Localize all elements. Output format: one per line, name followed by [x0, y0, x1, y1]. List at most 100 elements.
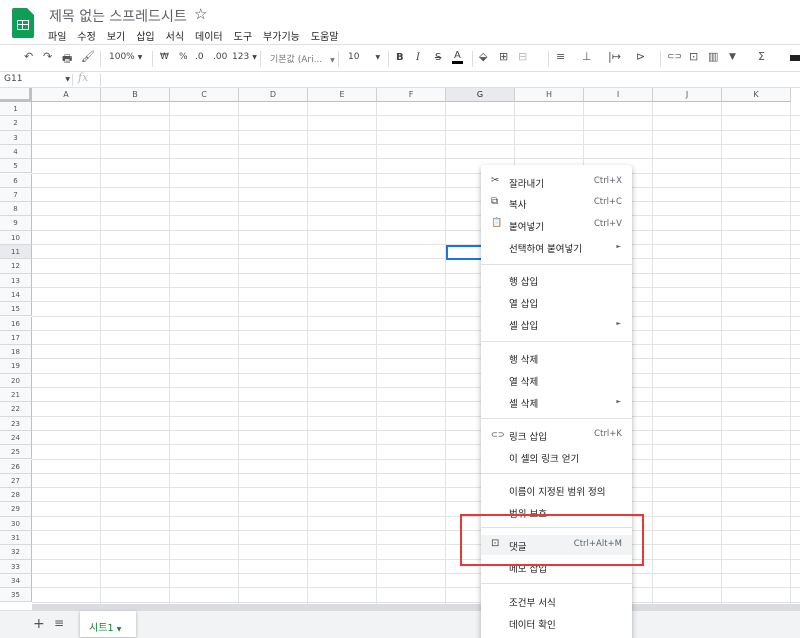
menu-item-paste-special[interactable]: 선택하여 붙여넣기 ► [481, 237, 632, 257]
fill-color-icon[interactable]: ⬙ [479, 50, 487, 63]
strikethrough-button[interactable]: S [435, 52, 441, 63]
percent-button[interactable]: % [179, 52, 188, 62]
column-header[interactable]: B [101, 88, 170, 102]
row-header[interactable]: 15 [0, 302, 32, 317]
bold-button[interactable]: B [396, 52, 404, 63]
insert-link-icon[interactable]: ⊂⊃ [667, 52, 682, 62]
menu-item-paste[interactable]: 📋 붙여넣기 Ctrl+V [481, 215, 632, 235]
menu-data[interactable]: 데이터 [195, 28, 223, 43]
row-header[interactable]: 25 [0, 445, 32, 460]
row-header[interactable]: 17 [0, 330, 32, 346]
menu-edit[interactable]: 수정 [77, 28, 95, 43]
column-header[interactable]: E [308, 88, 377, 102]
row-header[interactable]: 1 [0, 102, 32, 117]
menu-item-delete-cells[interactable]: 셀 삭제 ► [481, 392, 632, 412]
column-header[interactable]: A [32, 88, 101, 102]
sheet-tab-active[interactable]: 시트1 ▼ [80, 611, 136, 637]
row-header[interactable]: 23 [0, 416, 32, 431]
undo-icon[interactable]: ↶ [24, 50, 33, 63]
row-header[interactable]: 16 [0, 316, 32, 331]
row-header[interactable]: 19 [0, 359, 32, 374]
row-header[interactable]: 28 [0, 488, 32, 503]
filter-icon[interactable]: ▼ [729, 52, 736, 62]
menu-item-insert-row[interactable]: 행 삽입 [481, 270, 632, 290]
row-header[interactable]: 35 [0, 588, 32, 603]
all-sheets-icon[interactable]: ≡ [54, 616, 64, 630]
row-header[interactable]: 7 [0, 187, 32, 203]
row-header[interactable]: 10 [0, 230, 32, 245]
document-title[interactable]: 제목 없는 스프레드시트 [49, 6, 187, 26]
horizontal-align-icon[interactable]: ≡ [556, 50, 565, 63]
select-all-corner[interactable] [0, 88, 32, 102]
font-size-select[interactable]: 10 ▼ [348, 52, 380, 62]
menu-format[interactable]: 서식 [166, 28, 184, 43]
insert-comment-icon[interactable]: ⊡ [689, 50, 698, 63]
name-box[interactable]: G11 ▼ [4, 74, 70, 84]
menu-item-cut[interactable]: ✂ 잘라내기 Ctrl+X [481, 172, 632, 192]
redo-icon[interactable]: ↷ [43, 50, 52, 63]
row-header[interactable]: 3 [0, 130, 32, 145]
row-header[interactable]: 20 [0, 373, 32, 388]
row-header[interactable]: 32 [0, 545, 32, 560]
print-icon[interactable]: 🖶 [62, 50, 72, 69]
paint-format-icon[interactable]: 🖌 [81, 50, 95, 63]
column-header[interactable]: K [722, 88, 791, 102]
decrease-decimal-button[interactable]: .0 [195, 52, 204, 62]
sheets-logo-icon[interactable] [12, 8, 34, 38]
row-header[interactable]: 34 [0, 573, 32, 589]
row-header[interactable]: 27 [0, 473, 32, 489]
merge-cells-icon[interactable]: ⊟ [518, 50, 527, 63]
column-header[interactable]: I [584, 88, 653, 102]
menu-file[interactable]: 파일 [48, 28, 66, 43]
column-header[interactable]: C [170, 88, 239, 102]
functions-icon[interactable]: Σ [758, 50, 765, 63]
text-wrap-icon[interactable]: |↦ [608, 50, 621, 63]
menu-view[interactable]: 보기 [107, 28, 125, 43]
menu-item-comment[interactable]: ⊡ 댓글 Ctrl+Alt+M [481, 535, 632, 555]
menu-item-get-link[interactable]: 이 셀의 링크 얻기 [481, 447, 632, 467]
row-header[interactable]: 18 [0, 345, 32, 360]
text-rotation-icon[interactable]: ⊳ [636, 50, 645, 63]
row-header[interactable]: 6 [0, 173, 32, 188]
borders-icon[interactable]: ⊞ [499, 50, 508, 63]
more-formats-button[interactable]: 123 ▼ [232, 52, 257, 62]
row-header[interactable]: 26 [0, 459, 32, 474]
add-sheet-icon[interactable]: + [33, 616, 45, 632]
menu-tools[interactable]: 도구 [234, 28, 252, 43]
column-header[interactable]: H [515, 88, 584, 102]
row-header[interactable]: 29 [0, 502, 32, 517]
menu-help[interactable]: 도움말 [311, 28, 339, 43]
row-header[interactable]: 4 [0, 144, 32, 160]
row-header[interactable]: 11 [0, 245, 32, 260]
italic-button[interactable]: I [416, 52, 420, 63]
row-header[interactable]: 22 [0, 402, 32, 417]
menu-insert[interactable]: 삽입 [136, 28, 154, 43]
menu-item-insert-note[interactable]: 메모 삽입 [481, 557, 632, 577]
row-header[interactable]: 13 [0, 273, 32, 288]
menu-item-insert-cells[interactable]: 셀 삽입 ► [481, 314, 632, 334]
font-select[interactable]: 기본값 (Ari... ▼ [270, 52, 335, 65]
menu-addons[interactable]: 부가기능 [263, 28, 300, 43]
menu-item-protect-range[interactable]: 범위 보호 [481, 502, 632, 522]
column-header[interactable]: F [377, 88, 446, 102]
vertical-align-icon[interactable]: ⊥ [582, 50, 592, 63]
menu-item-named-range[interactable]: 이름이 지정된 범위 정의 [481, 480, 632, 500]
column-header[interactable]: J [653, 88, 722, 102]
row-header[interactable]: 31 [0, 531, 32, 546]
zoom-select[interactable]: 100% ▼ [109, 52, 142, 62]
row-header[interactable]: 21 [0, 388, 32, 403]
increase-decimal-button[interactable]: .00 [213, 52, 227, 62]
column-header[interactable]: G [446, 88, 515, 102]
row-header[interactable]: 9 [0, 216, 32, 231]
row-header[interactable]: 12 [0, 259, 32, 274]
menu-item-data-validation[interactable]: 데이터 확인 [481, 613, 632, 633]
star-icon[interactable]: ☆ [194, 5, 207, 23]
row-header[interactable]: 30 [0, 516, 32, 531]
column-header[interactable]: D [239, 88, 308, 102]
menu-item-delete-row[interactable]: 행 삭제 [481, 348, 632, 368]
menu-item-insert-link[interactable]: ⊂⊃ 링크 삽입 Ctrl+K [481, 425, 632, 445]
row-header[interactable]: 33 [0, 559, 32, 574]
row-header[interactable]: 5 [0, 159, 32, 174]
menu-item-delete-column[interactable]: 열 삭제 [481, 370, 632, 390]
menu-item-conditional-format[interactable]: 조건부 서식 [481, 591, 632, 611]
